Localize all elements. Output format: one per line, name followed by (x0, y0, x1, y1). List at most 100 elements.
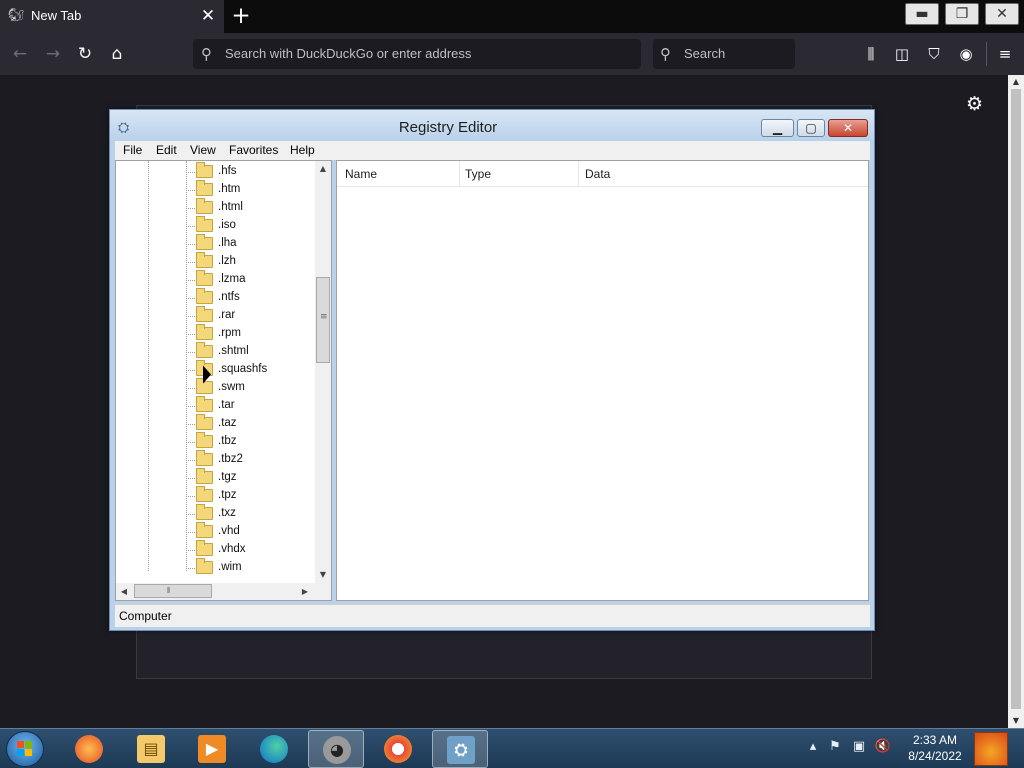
close-icon: ✕ (996, 6, 1008, 22)
tree-item[interactable]: .hfs (116, 162, 311, 181)
tree-item[interactable]: .lha (116, 234, 311, 253)
taskbar-file-explorer[interactable]: ▤ (123, 730, 179, 768)
tree-item[interactable]: .lzma (116, 270, 311, 289)
registry-title-bar[interactable]: ⛭ Registry Editor ▁ ▢ ✕ (110, 110, 874, 141)
library-icon[interactable]: ⫼ (859, 42, 883, 66)
ublock-icon[interactable]: ⛉ (922, 42, 946, 66)
settings-gear-icon[interactable]: ⚙ (966, 93, 983, 115)
new-tab-button[interactable]: + (229, 4, 253, 28)
forward-icon[interactable]: → (41, 42, 65, 66)
tree-item[interactable]: .ntfs (116, 288, 311, 307)
page-scrollbar-thumb[interactable] (1011, 89, 1021, 709)
minimize-icon: ▁ (772, 121, 783, 135)
tree-item[interactable]: .txz (116, 504, 311, 523)
taskbar-raccoon-app[interactable]: ◕ (308, 730, 364, 768)
tree-item[interactable]: .shtml (116, 342, 311, 361)
tree-horizontal-scrollbar[interactable]: ◀ ⦀ ▶ (116, 583, 315, 600)
tree-item[interactable]: .tbz (116, 432, 311, 451)
scroll-left-arrow-icon[interactable]: ◀ (116, 583, 132, 600)
registry-close-button[interactable]: ✕ (828, 119, 868, 137)
scroll-down-arrow-icon[interactable]: ▼ (1008, 714, 1024, 728)
tree-item[interactable]: .rpm (116, 324, 311, 343)
tree-connector (186, 514, 195, 515)
private-mask-icon[interactable]: ◉ (954, 42, 978, 66)
taskbar-registry-editor[interactable]: ⛭ (432, 730, 488, 768)
tree-item[interactable]: .vhd (116, 522, 311, 541)
show-desktop-button[interactable] (974, 732, 1008, 766)
tree-item[interactable]: .rar (116, 306, 311, 325)
page-scrollbar[interactable]: ▲ ▼ (1008, 75, 1024, 728)
show-hidden-icons[interactable]: ▴ (804, 739, 822, 754)
taskbar-edge[interactable] (246, 730, 302, 768)
tree-hscroll-thumb[interactable]: ⦀ (134, 584, 212, 598)
scroll-down-arrow-icon[interactable]: ▼ (315, 567, 331, 583)
folder-icon (196, 252, 213, 268)
window-restore-button[interactable]: ❐ (945, 3, 979, 25)
scroll-up-arrow-icon[interactable]: ▲ (1008, 75, 1024, 89)
registry-key-tree[interactable]: .hfs .htm .html .iso .lha .lzh .lzma .ntfs .rar.… (115, 160, 332, 601)
taskbar-avast-browser[interactable] (370, 730, 426, 768)
tree-item[interactable]: .tar (116, 396, 311, 415)
action-center-flag-icon[interactable]: ⚑ (826, 739, 844, 754)
menu-view[interactable]: View (190, 143, 216, 157)
taskbar-clock[interactable]: 2:33 AM 8/24/2022 (900, 732, 970, 764)
tree-connector (186, 334, 195, 335)
scroll-right-arrow-icon[interactable]: ▶ (297, 583, 313, 600)
tree-item[interactable]: .squashfs (116, 360, 311, 379)
home-icon[interactable]: ⌂ (105, 42, 129, 66)
sidebar-icon[interactable]: ◫ (890, 42, 914, 66)
column-header-name[interactable]: Name (345, 167, 377, 181)
tree-item[interactable]: .iso (116, 216, 311, 235)
registry-values-list[interactable]: Name Type Data (336, 160, 869, 601)
mouse-pointer-icon (203, 365, 211, 387)
network-icon[interactable]: ▣ (850, 739, 868, 754)
volume-muted-icon[interactable]: 🔇 (874, 739, 892, 754)
tree-item[interactable]: .tbz2 (116, 450, 311, 469)
tree-item[interactable]: .wim (116, 558, 311, 577)
tree-item[interactable]: .htm (116, 180, 311, 199)
tree-item-label: .wim (218, 561, 242, 573)
tab-close-icon[interactable]: ✕ (199, 6, 217, 26)
tree-item[interactable]: .lzh (116, 252, 311, 271)
tree-item-label: .tar (218, 399, 235, 411)
tree-item[interactable]: .tgz (116, 468, 311, 487)
tree-vertical-scrollbar[interactable]: ▲ ≡ ▼ (315, 161, 331, 583)
tab-new-tab[interactable]: 🐿 New Tab ✕ (0, 0, 224, 33)
window-minimize-button[interactable]: ▬ (905, 3, 939, 25)
restore-icon: ❐ (955, 6, 969, 22)
menu-edit[interactable]: Edit (156, 143, 177, 157)
scroll-up-arrow-icon[interactable]: ▲ (315, 161, 331, 177)
registry-status-bar: Computer (115, 604, 870, 627)
browser-tab-strip: 🐿 New Tab ✕ + ▬ ❐ ✕ (0, 0, 1024, 33)
menu-help[interactable]: Help (290, 143, 315, 157)
menu-file[interactable]: File (123, 143, 142, 157)
start-button[interactable] (6, 731, 44, 767)
menu-icon[interactable]: ≡ (993, 42, 1017, 66)
tree-item-label: .swm (218, 381, 245, 393)
taskbar-media-player[interactable]: ▶ (184, 730, 240, 768)
tree-item[interactable]: .vhdx (116, 540, 311, 559)
window-close-button[interactable]: ✕ (985, 3, 1019, 25)
tree-item[interactable]: .tpz (116, 486, 311, 505)
menu-favorites[interactable]: Favorites (229, 143, 278, 157)
registry-maximize-button[interactable]: ▢ (797, 119, 825, 137)
tree-item[interactable]: .swm (116, 378, 311, 397)
tree-item-label: .rpm (218, 327, 241, 339)
tree-vscroll-thumb[interactable]: ≡ (316, 277, 330, 363)
reload-icon[interactable]: ↻ (73, 42, 97, 66)
tree-connector (186, 424, 195, 425)
column-divider[interactable] (459, 161, 460, 186)
tree-item[interactable]: .html (116, 198, 311, 217)
column-header-data[interactable]: Data (585, 167, 610, 181)
tree-item-label: .tbz2 (218, 453, 243, 465)
folder-icon (196, 522, 213, 538)
back-icon[interactable]: ← (8, 42, 32, 66)
url-bar[interactable]: ⚲ Search with DuckDuckGo or enter addres… (193, 39, 641, 69)
tree-item[interactable]: .taz (116, 414, 311, 433)
column-header-type[interactable]: Type (465, 167, 491, 181)
registry-minimize-button[interactable]: ▁ (761, 119, 794, 137)
column-divider[interactable] (578, 161, 579, 186)
taskbar-firefox[interactable] (61, 730, 117, 768)
search-bar[interactable]: ⚲ Search (653, 39, 795, 69)
tree-item-label: .lha (218, 237, 237, 249)
